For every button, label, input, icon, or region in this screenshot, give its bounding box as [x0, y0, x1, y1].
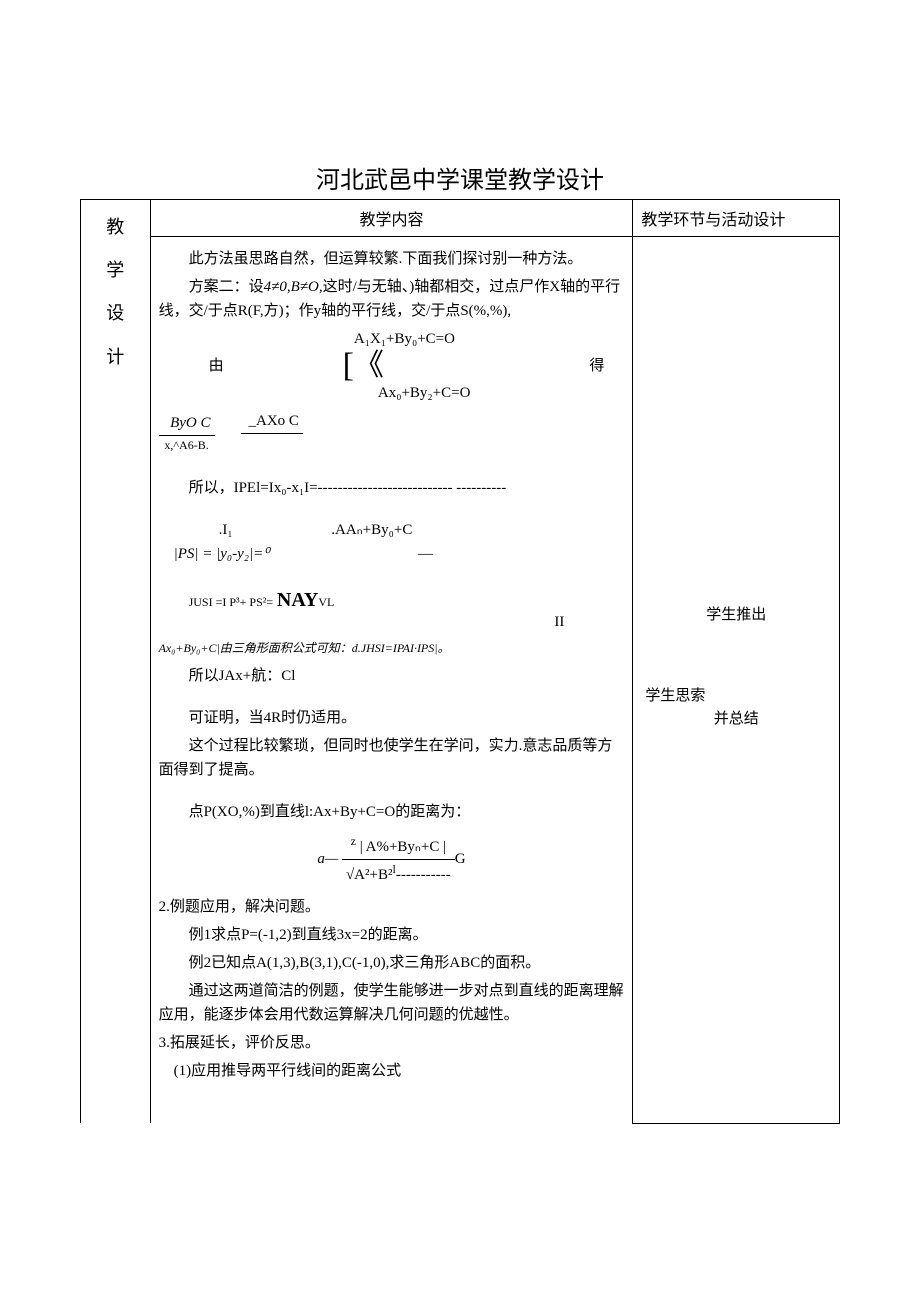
page-title: 河北武邑中学课堂教学设计	[10, 160, 910, 195]
para-4: 所以，IPEl=Ix₀-x₁I=------------------------…	[159, 476, 625, 500]
left-column: 教 学 设 计	[81, 200, 151, 1124]
para-11: 点P(XO,%)到直线l:Ax+By+C=O的距离为：	[159, 800, 625, 824]
p2-mid: 4≠0,B≠O,	[264, 279, 323, 295]
para-16: 3.拓展延长，评价反思。	[159, 1031, 625, 1055]
p6c: VL	[318, 595, 334, 609]
mf-num: | A%+Byₙ+C |	[360, 839, 446, 855]
left-bracket-icon: [	[343, 349, 354, 383]
eq-bot: Ax₀+By₂+C=O	[378, 385, 471, 401]
para-10: 这个过程比较繁琐，但同时也使学生在学问，实力.意志品质等方面得到了提高。	[159, 734, 625, 782]
para-12: 2.例题应用，解决问题。	[159, 895, 625, 919]
para-9: 可证明，当4R时仍适用。	[159, 706, 625, 730]
p6b: NAY	[277, 589, 319, 611]
p5d: —	[273, 542, 433, 566]
left-label-2: 学	[89, 249, 142, 292]
para-15: 通过这两道简洁的例题，使学生能够进一步对点到直线的距离理解应用，能逐步体会用代数…	[159, 979, 625, 1027]
main-formula: a— z | A%+Byₙ+C | √A²+B²l----------- G	[159, 832, 625, 887]
left-label-4: 计	[89, 336, 142, 379]
para-8: 所以JAx+航：Cl	[159, 664, 625, 688]
activity-body: 学生推出 学生思索 并总结	[633, 237, 840, 1124]
para-6: JUSI =I P³+ PS²= NAYVL II	[159, 584, 625, 634]
frac-1: ByO C x,^A6-B.	[159, 411, 215, 455]
p6d: II	[159, 610, 625, 634]
para-7: Ax₀+By₀+C|由三角形面积公式可知：d.JHSI=IPAI·IPS|。	[159, 636, 625, 660]
p7-text: Ax₀+By₀+C|由三角形面积公式可知：d.JHSI=IPAI·IPS|。	[159, 641, 450, 655]
para-2: 方案二：设4≠0,B≠O,这时/与无轴、)轴都相交，过点尸作X轴的平行线，交/于…	[159, 275, 625, 323]
frac-2: _AXo C	[241, 409, 303, 458]
eq-top: A₁X₁+By₀+C=O	[354, 331, 455, 347]
header-content: 教学内容	[150, 200, 633, 237]
frac2-num: _AXo C	[249, 413, 299, 429]
frac-row: ByO C x,^A6-B. _AXo C	[159, 409, 625, 458]
p5a: .I₁	[189, 518, 249, 542]
right-note-1: 学生推出	[641, 603, 831, 624]
mf-den: √A²+B²	[346, 867, 393, 883]
brace-icon: 《	[354, 349, 384, 382]
p5b: .AAₙ+By₀+C	[252, 518, 412, 542]
mf-left: a—	[317, 851, 338, 867]
p5c: |PS| = |y₀-y₂|=⁰	[174, 546, 270, 562]
left-label-1: 教	[89, 206, 142, 249]
right-note-2: 学生思索	[641, 684, 831, 705]
main-table: 教 学 设 计 教学内容 教学环节与活动设计 此方法虽思路自然，但运算较繁.下面…	[80, 199, 840, 1124]
content-body: 此方法虽思路自然，但运算较繁.下面我们探讨别一种方法。 方案二：设4≠0,B≠O…	[150, 237, 633, 1124]
mf-right: G	[455, 851, 466, 867]
p6a: JUSI =I P³+ PS²=	[189, 595, 274, 609]
para-17: (1)应用推导两平行线间的距离公式	[159, 1059, 625, 1083]
eq-de: 得	[589, 354, 604, 378]
mf-dash: -----------	[396, 867, 451, 883]
para-13: 例1求点P=(-1,2)到直线3x=2的距离。	[159, 923, 625, 947]
eq-you: 由	[209, 354, 224, 378]
p11-text: 点P(XO,%)到直线l:Ax+By+C=O的距离为：	[189, 804, 471, 820]
equation-system: 由 [ A₁X₁+By₀+C=O 《 Ax₀+By₂+C=O 得	[159, 327, 625, 405]
p2-pre: 方案二：设	[189, 279, 264, 295]
para-5: .I₁ .AAₙ+By₀+C |PS| = |y₀-y₂|=⁰ —	[159, 518, 625, 566]
mf-small: z	[351, 834, 356, 848]
para-1: 此方法虽思路自然，但运算较繁.下面我们探讨别一种方法。	[159, 247, 625, 271]
right-note-3: 并总结	[641, 707, 831, 728]
left-label-3: 设	[89, 292, 142, 335]
header-activity: 教学环节与活动设计	[633, 200, 840, 237]
para-14: 例2已知点A(1,3),B(3,1),C(-1,0),求三角形ABC的面积。	[159, 951, 625, 975]
frac1-den: x,^A6-B.	[159, 436, 215, 455]
frac1-num: ByO C	[170, 415, 210, 431]
